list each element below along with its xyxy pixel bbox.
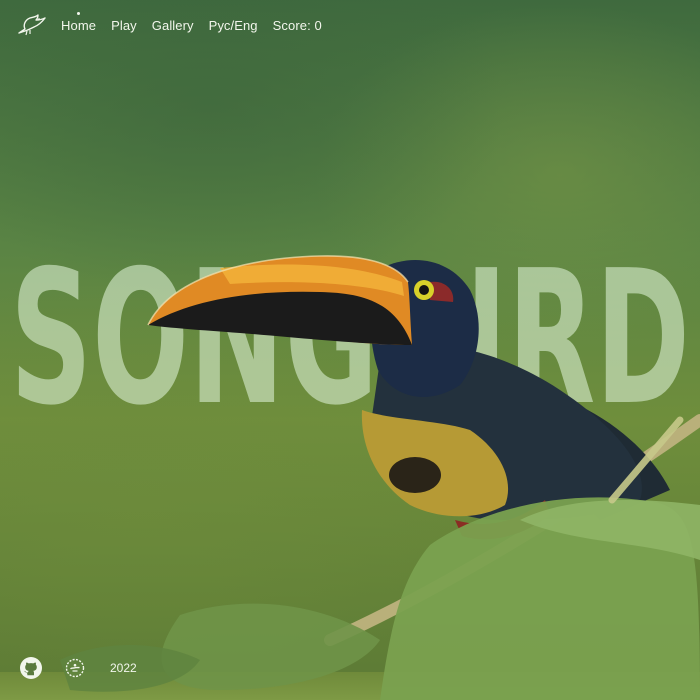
footer: 2022 <box>18 650 137 686</box>
bird-icon[interactable] <box>16 11 46 39</box>
top-nav: Home Play Gallery Рус/Eng Score: 0 <box>16 10 684 40</box>
copyright-year: 2022 <box>110 661 137 675</box>
nav-gallery[interactable]: Gallery <box>152 18 194 33</box>
page: Home Play Gallery Рус/Eng Score: 0 SONGB… <box>0 0 700 700</box>
nav-play[interactable]: Play <box>111 18 137 33</box>
language-toggle[interactable]: Рус/Eng <box>209 18 258 33</box>
github-icon[interactable] <box>18 655 44 681</box>
nav-home[interactable]: Home <box>61 11 96 33</box>
score-display: Score: 0 <box>272 17 322 33</box>
hero-bird-image <box>147 255 700 646</box>
rs-school-icon[interactable] <box>62 655 88 681</box>
